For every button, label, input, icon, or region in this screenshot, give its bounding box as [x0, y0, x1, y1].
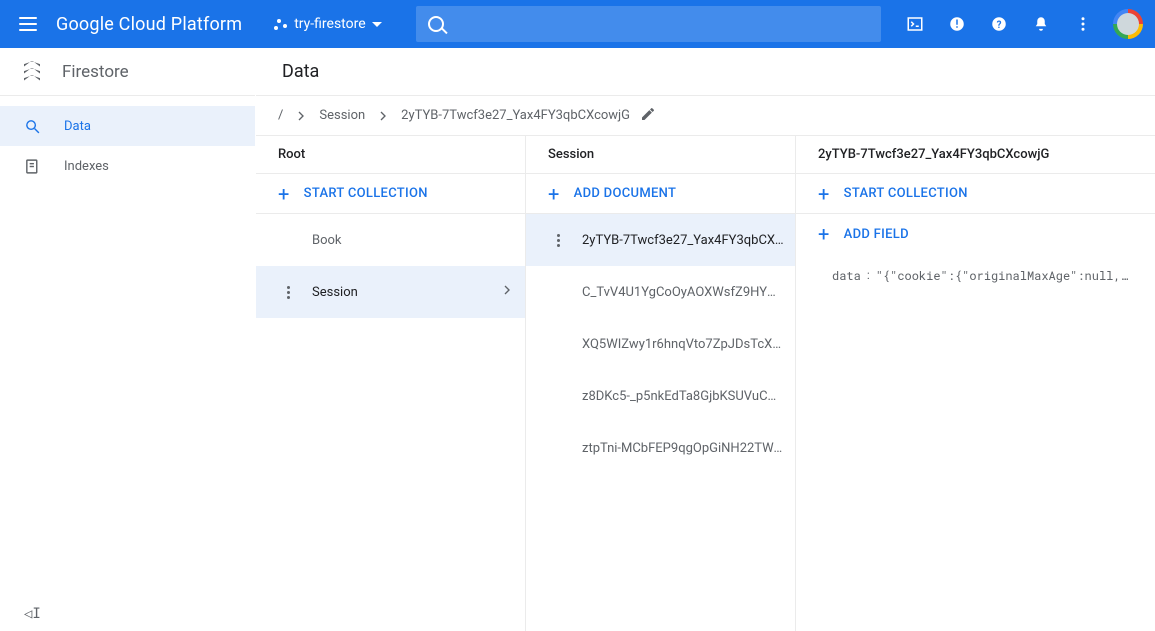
- add-document-button[interactable]: + ADD DOCUMENT: [526, 174, 795, 214]
- document-id: C_TvV4U1YgCoOyAOXWsfZ9HYHQe: [582, 285, 785, 300]
- start-collection-button[interactable]: + START COLLECTION: [256, 174, 525, 214]
- collection-name: Session: [312, 285, 485, 300]
- row-menu-icon[interactable]: [278, 286, 298, 299]
- cloud-shell-icon[interactable]: [903, 12, 927, 36]
- product-header[interactable]: Firestore: [0, 48, 255, 96]
- product-name: Firestore: [62, 62, 129, 82]
- breadcrumb-root[interactable]: /: [278, 108, 283, 123]
- sidebar-item-data[interactable]: Data: [0, 106, 255, 146]
- alert-icon[interactable]: [945, 12, 969, 36]
- document-item[interactable]: z8DKc5-_p5nkEdTa8GjbKSUVuCOWc: [526, 370, 795, 422]
- side-nav: Firestore Data Indexes ◁I: [0, 48, 256, 631]
- page-title: Data: [256, 48, 1155, 96]
- project-name: try-firestore: [294, 16, 365, 32]
- document-id: z8DKc5-_p5nkEdTa8GjbKSUVuCOWc: [582, 389, 785, 404]
- collection-item-session[interactable]: Session: [256, 266, 525, 318]
- edit-path-button[interactable]: [640, 106, 656, 126]
- action-label: START COLLECTION: [844, 186, 968, 201]
- action-label: START COLLECTION: [304, 186, 428, 201]
- document-item[interactable]: C_TvV4U1YgCoOyAOXWsfZ9HYHQe: [526, 266, 795, 318]
- menu-icon[interactable]: [16, 12, 40, 36]
- column-collection: Session + ADD DOCUMENT 2yTYB-7Twcf3e27_Y…: [526, 136, 796, 631]
- document-id: XQ5WIZwy1r6hnqVto7ZpJDsTcXfjuA: [582, 337, 785, 352]
- caret-down-icon: [372, 22, 382, 27]
- column-document-title: 2yTYB-7Twcf3e27_Yax4FY3qbCXcowjG: [796, 136, 1155, 174]
- sidebar-item-indexes[interactable]: Indexes: [0, 146, 255, 186]
- search-icon: [428, 16, 444, 32]
- global-search[interactable]: [416, 6, 881, 42]
- document-id: ztpTni-MCbFEP9qgOpGiNH22TWoLN: [582, 441, 785, 456]
- chevron-right-icon: [375, 108, 391, 124]
- side-nav-list: Data Indexes: [0, 96, 255, 597]
- document-item[interactable]: ztpTni-MCbFEP9qgOpGiNH22TWoLN: [526, 422, 795, 474]
- column-root-title: Root: [256, 136, 525, 174]
- action-label: ADD DOCUMENT: [574, 186, 677, 201]
- breadcrumb-collection[interactable]: Session: [319, 108, 365, 123]
- column-collection-title: Session: [526, 136, 795, 174]
- document-field[interactable]: data : "{"cookie":{"originalMaxAge":null…: [796, 254, 1155, 284]
- sidebar-item-label: Data: [64, 119, 91, 134]
- search-icon: [22, 118, 42, 135]
- chevron-right-icon: [293, 108, 309, 124]
- breadcrumb: / Session 2yTYB-7Twcf3e27_Yax4FY3qbCXcow…: [256, 96, 1155, 136]
- row-menu-icon[interactable]: [548, 234, 568, 247]
- notifications-icon[interactable]: [1029, 12, 1053, 36]
- top-app-bar: Google Cloud Platform try-firestore ?: [0, 0, 1155, 48]
- collapse-sidebar-button[interactable]: ◁I: [0, 597, 255, 631]
- firestore-logo-icon: [22, 62, 42, 82]
- breadcrumb-document[interactable]: 2yTYB-7Twcf3e27_Yax4FY3qbCXcowjG: [401, 108, 630, 123]
- doc-start-collection-button[interactable]: + START COLLECTION: [796, 174, 1155, 214]
- add-field-button[interactable]: + ADD FIELD: [796, 214, 1155, 254]
- kebab-icon[interactable]: [1071, 12, 1095, 36]
- column-root: Root + START COLLECTION Book Session: [256, 136, 526, 631]
- collection-item-book[interactable]: Book: [256, 214, 525, 266]
- field-key: data: [832, 268, 861, 284]
- svg-text:?: ?: [997, 20, 1002, 31]
- sidebar-item-label: Indexes: [64, 159, 109, 174]
- indexes-icon: [22, 158, 42, 175]
- main-area: Data / Session 2yTYB-7Twcf3e27_Yax4FY3qb…: [256, 48, 1155, 631]
- action-label: ADD FIELD: [844, 227, 909, 242]
- column-document: 2yTYB-7Twcf3e27_Yax4FY3qbCXcowjG + START…: [796, 136, 1155, 631]
- topbar-actions: ?: [903, 9, 1143, 39]
- document-id: 2yTYB-7Twcf3e27_Yax4FY3qbCXcowjG: [582, 233, 785, 248]
- help-icon[interactable]: ?: [987, 12, 1011, 36]
- data-columns: Root + START COLLECTION Book Session: [256, 136, 1155, 631]
- project-icon: [274, 17, 288, 31]
- project-picker[interactable]: try-firestore: [264, 6, 389, 42]
- chevron-right-icon: [499, 282, 515, 302]
- document-item[interactable]: XQ5WIZwy1r6hnqVto7ZpJDsTcXfjuA: [526, 318, 795, 370]
- field-value: "{"cookie":{"originalMaxAge":null,…: [876, 268, 1128, 284]
- account-avatar[interactable]: [1113, 9, 1143, 39]
- document-item[interactable]: 2yTYB-7Twcf3e27_Yax4FY3qbCXcowjG: [526, 214, 795, 266]
- collection-name: Book: [312, 233, 515, 248]
- gcp-brand[interactable]: Google Cloud Platform: [56, 14, 242, 35]
